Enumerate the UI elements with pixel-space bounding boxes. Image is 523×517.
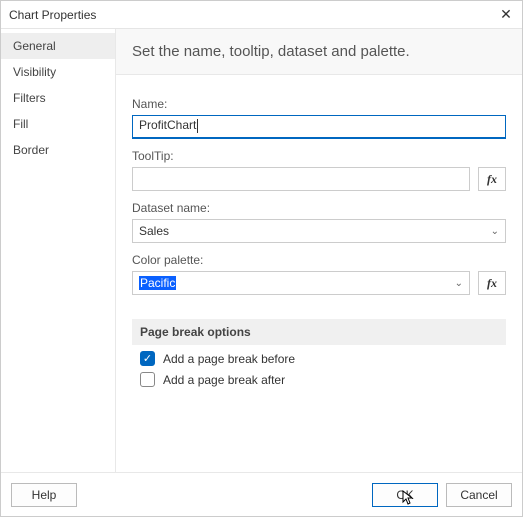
help-button[interactable]: Help — [11, 483, 77, 507]
ok-button-label: OK — [396, 488, 413, 502]
chart-properties-dialog: Chart Properties ✕ General Visibility Fi… — [0, 0, 523, 517]
sidebar-item-border[interactable]: Border — [1, 137, 115, 163]
dialog-body: General Visibility Filters Fill Border S… — [1, 29, 522, 472]
chevron-down-icon: ⌄ — [455, 278, 463, 289]
ok-button[interactable]: OK — [372, 483, 438, 507]
sidebar-item-filters[interactable]: Filters — [1, 85, 115, 111]
cancel-button[interactable]: Cancel — [446, 483, 512, 507]
check-page-break-after[interactable]: Add a page break after — [132, 366, 506, 387]
checkbox-after[interactable] — [140, 372, 155, 387]
text-caret — [197, 119, 198, 133]
main-panel: Set the name, tooltip, dataset and palet… — [116, 29, 522, 472]
dataset-select[interactable]: Sales ⌄ — [132, 219, 506, 243]
tooltip-expression-button[interactable]: fx — [478, 167, 506, 191]
name-input[interactable]: ProfitChart — [132, 115, 506, 139]
dialog-title: Chart Properties — [9, 8, 498, 22]
page-break-section-header: Page break options — [132, 319, 506, 345]
dataset-select-value: Sales — [139, 224, 169, 238]
palette-select-value: Pacific — [139, 276, 176, 290]
name-label: Name: — [132, 97, 506, 111]
dataset-label: Dataset name: — [132, 201, 506, 215]
name-input-value: ProfitChart — [139, 118, 196, 132]
page-heading: Set the name, tooltip, dataset and palet… — [116, 29, 522, 75]
checkbox-before-label: Add a page break before — [163, 352, 295, 366]
titlebar: Chart Properties ✕ — [1, 1, 522, 29]
sidebar: General Visibility Filters Fill Border — [1, 29, 116, 472]
palette-label: Color palette: — [132, 253, 506, 267]
palette-select[interactable]: Pacific ⌄ — [132, 271, 470, 295]
dialog-footer: Help OK Cancel — [1, 472, 522, 516]
checkbox-after-label: Add a page break after — [163, 373, 285, 387]
palette-expression-button[interactable]: fx — [478, 271, 506, 295]
close-icon[interactable]: ✕ — [498, 7, 514, 23]
tooltip-label: ToolTip: — [132, 149, 506, 163]
check-page-break-before[interactable]: ✓ Add a page break before — [132, 345, 506, 366]
form-area: Name: ProfitChart ToolTip: fx Dataset na… — [116, 75, 522, 399]
tooltip-input[interactable] — [132, 167, 470, 191]
sidebar-item-visibility[interactable]: Visibility — [1, 59, 115, 85]
sidebar-item-fill[interactable]: Fill — [1, 111, 115, 137]
checkbox-before[interactable]: ✓ — [140, 351, 155, 366]
chevron-down-icon: ⌄ — [491, 226, 499, 237]
sidebar-item-general[interactable]: General — [1, 33, 115, 59]
